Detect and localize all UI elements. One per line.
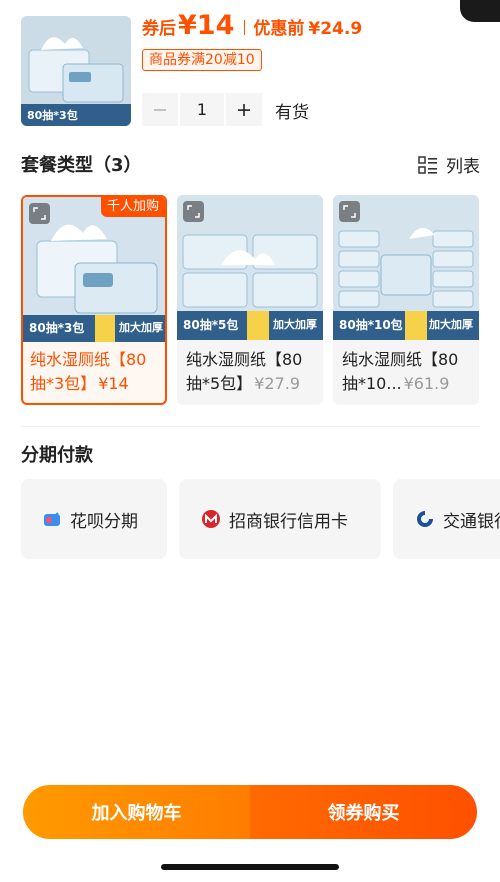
coupon-tag: 商品券满20减10 (142, 49, 262, 71)
list-view-toggle[interactable]: 列表 (418, 152, 480, 177)
quantity-value[interactable]: 1 (180, 93, 224, 126)
installment-option-bocom[interactable]: 交通银行 (393, 479, 500, 559)
status-overlay (460, 0, 500, 22)
package-card-2[interactable]: 80抽*5包 加大加厚 纯水湿厕纸【80抽*5包】 ¥27.9 (177, 195, 323, 405)
home-indicator[interactable] (161, 864, 339, 870)
package-image-extra: 加大加厚 (119, 321, 163, 334)
bocom-bank-icon (417, 511, 433, 527)
quantity-stepper[interactable]: 1 (142, 93, 262, 126)
package-name: 纯水湿厕纸【80抽*10... ¥61.9 (342, 348, 474, 396)
product-thumbnail[interactable]: 80抽*3包 (21, 16, 131, 126)
expand-image-button[interactable] (183, 201, 204, 222)
package-price: ¥14 (98, 374, 129, 393)
huabei-icon (44, 512, 60, 526)
price-row: 券后 ¥14 优惠前 ¥24.9 (142, 10, 362, 41)
bottom-action-bar: 加入购物车 领券购买 (23, 785, 477, 839)
package-image-extra: 加大加厚 (273, 318, 317, 331)
hot-badge: 千人加购 (100, 197, 165, 217)
package-name: 纯水湿厕纸【80抽*3包】 ¥14 (30, 348, 162, 396)
package-price: ¥61.9 (403, 374, 450, 393)
expand-icon (187, 205, 200, 218)
buy-with-coupon-button[interactable]: 领券购买 (250, 785, 477, 839)
price-before-label: 优惠前 (253, 19, 305, 39)
list-toggle-label: 列表 (446, 157, 480, 177)
plus-icon (238, 103, 250, 116)
installment-section-title: 分期付款 (21, 445, 93, 466)
price-after: ¥14 (178, 10, 235, 41)
installment-option-cmb[interactable]: 招商银行信用卡 (179, 479, 381, 559)
package-card-3[interactable]: 80抽*10包 加大加厚 纯水湿厕纸【80抽*10... ¥61.9 (333, 195, 479, 405)
package-card-1[interactable]: 80抽*3包 加大加厚 千人加购 纯水湿厕纸【80抽*3包】 ¥14 (21, 195, 167, 405)
cmb-bank-icon (202, 510, 220, 528)
add-to-cart-button[interactable]: 加入购物车 (23, 785, 250, 839)
price-separator (244, 20, 246, 35)
package-name: 纯水湿厕纸【80抽*5包】 ¥27.9 (186, 348, 318, 396)
expand-icon (33, 207, 46, 220)
price-before: ¥24.9 (308, 19, 363, 39)
package-image-caption: 80抽*3包 (29, 321, 85, 335)
stock-status: 有货 (275, 103, 309, 123)
decrease-button[interactable] (142, 93, 178, 126)
package-price: ¥27.9 (254, 374, 300, 393)
package-section-title: 套餐类型（3） (21, 155, 142, 176)
thumbnail-caption: 80抽*3包 (27, 109, 78, 122)
minus-icon (154, 108, 166, 111)
installment-label: 招商银行信用卡 (229, 511, 348, 532)
package-image-caption: 80抽*10包 (339, 318, 403, 332)
package-image-caption: 80抽*5包 (183, 318, 239, 332)
installment-label: 交通银行 (443, 511, 500, 532)
expand-icon (343, 205, 356, 218)
installment-option-huabei[interactable]: 花呗分期 (21, 479, 167, 559)
package-image-extra: 加大加厚 (429, 318, 473, 331)
price-after-label: 券后 (142, 19, 176, 39)
increase-button[interactable] (226, 93, 262, 126)
list-icon (418, 155, 437, 174)
expand-image-button[interactable] (339, 201, 360, 222)
installment-label: 花呗分期 (70, 511, 138, 532)
package-name-text: 纯水湿厕纸【80抽*3包】 (30, 350, 147, 393)
expand-image-button[interactable] (29, 203, 50, 224)
section-divider (21, 426, 479, 427)
